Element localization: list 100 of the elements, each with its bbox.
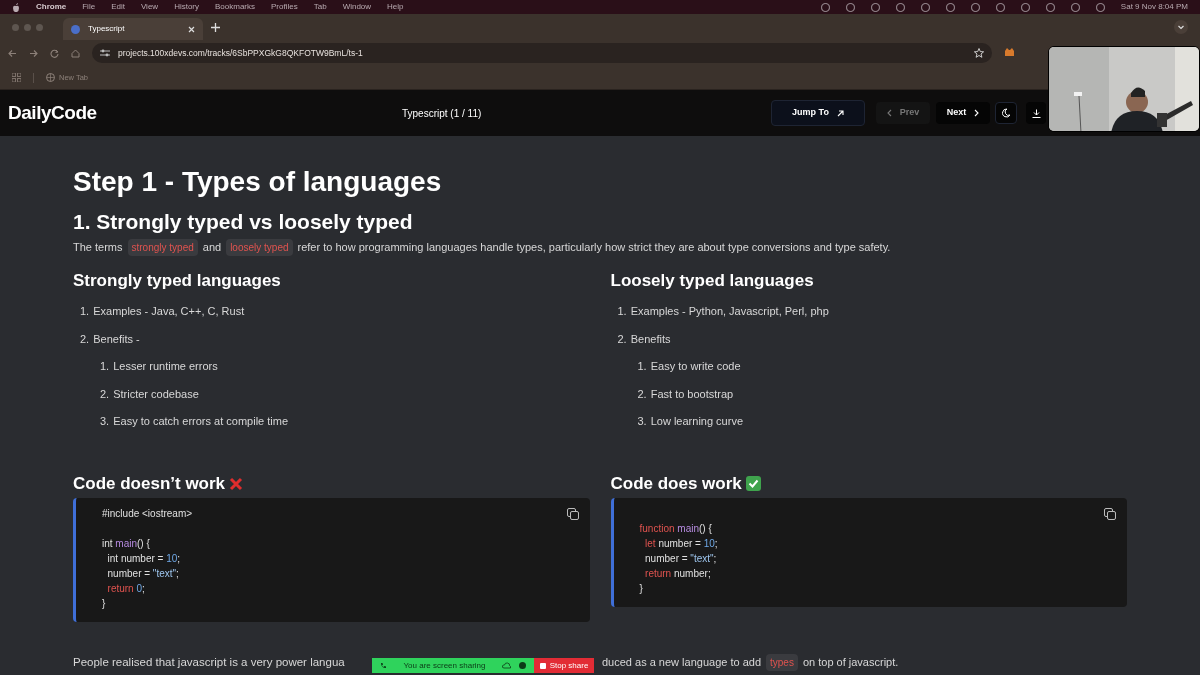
theme-toggle-button[interactable] [995, 102, 1017, 124]
apple-icon [12, 2, 20, 12]
phone-icon [380, 662, 387, 669]
tab-search-icon[interactable] [1174, 20, 1188, 34]
paragraph-text: People realised that javascript is a very power langua [73, 655, 346, 670]
menu-item[interactable]: View [140, 1, 159, 13]
status-icon[interactable] [845, 2, 855, 12]
column-heading: Loosely typed languages [610, 270, 815, 292]
code-line: } [102, 596, 106, 611]
status-icon[interactable] [895, 2, 905, 12]
menu-item[interactable]: Edit [111, 1, 125, 13]
menu-item[interactable]: History [174, 1, 199, 13]
reload-icon[interactable] [50, 48, 59, 58]
address-bar[interactable]: projects.100xdevs.com/tracks/6SbPPXGkG8QKFOTW9BmL/ts-1 [92, 43, 992, 63]
menu-item[interactable]: Bookmarks [215, 1, 256, 13]
new-tab-icon[interactable] [211, 22, 220, 32]
next-button[interactable]: Next [936, 102, 990, 124]
globe-icon [46, 73, 55, 82]
favicon-icon [71, 24, 80, 34]
stop-icon [539, 662, 546, 669]
status-icon[interactable] [995, 2, 1005, 12]
section-heading: 1. Strongly typed vs loosely typed [73, 209, 414, 235]
list-number: 2. [100, 386, 110, 402]
back-icon[interactable] [8, 48, 17, 58]
code-line: #include <iostream> [102, 506, 193, 521]
status-icon[interactable] [1095, 2, 1105, 12]
list-number: 2. [80, 331, 90, 347]
list-item-text: Benefits - [93, 331, 140, 347]
apps-grid-icon[interactable] [12, 73, 21, 82]
list-item-text: Examples - Java, C++, C, Rust [93, 304, 245, 319]
site-settings-icon [100, 49, 110, 57]
list-number: 3. [100, 414, 110, 429]
menu-item[interactable]: Profiles [271, 1, 298, 13]
code-line: return 0; [106, 581, 145, 596]
menubar-clock: Sat 9 Nov 8:04 PM [1120, 1, 1188, 13]
menu-item[interactable]: Tab [313, 1, 327, 13]
code-line: number = "text"; [644, 551, 717, 566]
lesson-title: Typescript (1 / 11) [401, 106, 483, 121]
list-number: 2. [637, 386, 647, 402]
stop-share-button[interactable]: Stop share [534, 658, 594, 673]
status-icon[interactable] [1070, 2, 1080, 12]
site-logo[interactable]: DailyCode [8, 98, 378, 128]
list-item-text: Fast to bootstrap [650, 386, 734, 402]
extension-icon[interactable] [1004, 48, 1015, 58]
close-icon[interactable] [188, 25, 195, 33]
paragraph-text: on top of javascript. [802, 655, 899, 671]
cloud-icon [502, 662, 511, 669]
copy-icon[interactable] [566, 507, 579, 520]
code-line: function main() { [639, 521, 712, 536]
code-line: } [639, 581, 643, 596]
menu-item[interactable]: Window [342, 1, 372, 13]
status-icon[interactable] [870, 2, 880, 12]
list-item-text: Low learning curve [650, 414, 744, 429]
list-number: 1. [100, 359, 110, 374]
code-line: int main() { [102, 536, 150, 551]
code-line: number = "text"; [106, 566, 179, 581]
list-number: 1. [617, 304, 627, 319]
paragraph-text: duced as a new language to add [602, 655, 762, 671]
status-icon[interactable] [820, 2, 830, 12]
app-menu[interactable]: Chrome [36, 1, 67, 13]
list-item-text: Benefits [630, 331, 671, 347]
chevron-left-icon [886, 109, 892, 117]
example-heading: Code doesn’t work [73, 472, 226, 495]
download-icon [1031, 108, 1041, 118]
browser-tab[interactable]: Typescript [63, 18, 203, 40]
status-icon[interactable] [970, 2, 980, 12]
paragraph-text: The terms [73, 240, 123, 256]
list-item-text: Examples - Python, Javascript, Perl, php [630, 304, 829, 319]
list-item-text: Easy to write code [650, 359, 741, 374]
arrow-up-right-icon [836, 109, 844, 117]
menu-item[interactable]: File [82, 1, 96, 13]
column-heading: Strongly typed languages [73, 270, 282, 292]
paragraph-text: refer to how programming languages handle types, particularly how strict they are about type conversions and type safety. [297, 240, 891, 256]
list-item-text: Lesser runtime errors [113, 359, 218, 374]
list-number: 1. [637, 359, 647, 374]
forward-icon[interactable] [29, 48, 38, 58]
inline-code: loosely typed [226, 239, 293, 256]
list-number: 1. [80, 304, 90, 319]
list-number: 3. [637, 414, 647, 429]
status-icon[interactable] [1045, 2, 1055, 12]
copy-icon[interactable] [1104, 507, 1116, 520]
page-title: Step 1 - Types of languages [73, 166, 443, 198]
code-line: return number; [644, 566, 711, 581]
jump-to-button[interactable]: Jump To [771, 100, 865, 126]
list-item-text: Stricter codebase [113, 386, 199, 402]
status-icon[interactable] [945, 2, 955, 12]
inline-code: types [766, 654, 798, 672]
home-icon[interactable] [71, 48, 80, 58]
status-icon[interactable] [920, 2, 930, 12]
star-icon[interactable] [974, 48, 984, 58]
example-heading: Code does work [610, 472, 742, 495]
screen-share-banner: You are screen sharing [372, 658, 534, 673]
paragraph-text: and [202, 240, 222, 256]
menu-item[interactable]: Help [387, 1, 404, 13]
chevron-right-icon [974, 109, 980, 117]
code-line: int number = 10; [106, 551, 181, 566]
moon-icon [1001, 108, 1011, 118]
list-number: 2. [617, 331, 627, 347]
status-icon[interactable] [1020, 2, 1030, 12]
download-button[interactable] [1026, 102, 1046, 124]
